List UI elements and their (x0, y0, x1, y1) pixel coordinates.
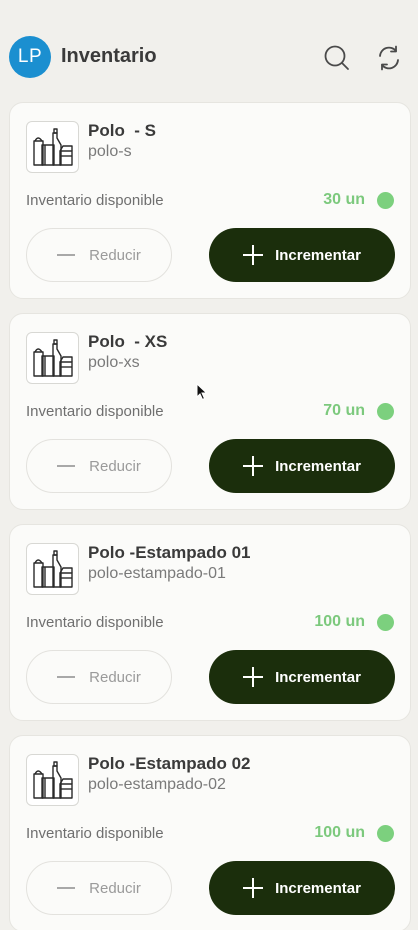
inventory-label: Inventario disponible (26, 192, 164, 209)
reduce-button-label: Reducir (89, 246, 141, 264)
minus-icon (57, 676, 76, 678)
reduce-button-label: Reducir (89, 879, 141, 897)
avatar[interactable]: LP (9, 36, 51, 78)
reduce-button[interactable]: Reducir (26, 228, 172, 282)
product-image-icon (26, 543, 79, 595)
inventory-label: Inventario disponible (26, 825, 164, 842)
increment-button-label: Incrementar (275, 246, 361, 264)
refresh-icon[interactable] (375, 44, 403, 72)
plus-icon (243, 667, 264, 687)
product-card: Polo - S polo-s Inventario disponible 30… (9, 102, 411, 299)
minus-icon (57, 887, 76, 889)
minus-icon (57, 465, 76, 467)
product-sku: polo-estampado-02 (88, 776, 226, 793)
app-header: LP Inventario (0, 0, 418, 100)
inventory-label: Inventario disponible (26, 403, 164, 420)
stock-status-dot (377, 192, 394, 209)
plus-icon (243, 878, 264, 898)
product-card: Polo -Estampado 02 polo-estampado-02 Inv… (9, 735, 411, 930)
reduce-button-label: Reducir (89, 668, 141, 686)
product-name: Polo - XS (88, 332, 168, 351)
reduce-button-label: Reducir (89, 457, 141, 475)
increment-button[interactable]: Incrementar (209, 439, 395, 493)
product-name: Polo - S (88, 121, 156, 140)
product-card: Polo -Estampado 01 polo-estampado-01 Inv… (9, 524, 411, 721)
mouse-cursor-icon (196, 383, 208, 401)
plus-icon (243, 456, 264, 476)
stock-status-dot (377, 825, 394, 842)
inventory-label: Inventario disponible (26, 614, 164, 631)
inventory-value: 30 un (323, 191, 365, 208)
search-icon[interactable] (323, 44, 351, 72)
product-image-icon (26, 121, 79, 173)
reduce-button[interactable]: Reducir (26, 650, 172, 704)
reduce-button[interactable]: Reducir (26, 861, 172, 915)
increment-button[interactable]: Incrementar (209, 861, 395, 915)
product-card: Polo - XS polo-xs Inventario disponible … (9, 313, 411, 510)
product-sku: polo-s (88, 143, 132, 160)
increment-button[interactable]: Incrementar (209, 650, 395, 704)
product-image-icon (26, 754, 79, 806)
plus-icon (243, 245, 264, 265)
inventory-value: 100 un (314, 824, 365, 841)
reduce-button[interactable]: Reducir (26, 439, 172, 493)
product-image-icon (26, 332, 79, 384)
inventory-value: 100 un (314, 613, 365, 630)
inventory-value: 70 un (323, 402, 365, 419)
product-sku: polo-estampado-01 (88, 565, 226, 582)
product-sku: polo-xs (88, 354, 140, 371)
page-title: Inventario (61, 45, 157, 67)
increment-button[interactable]: Incrementar (209, 228, 395, 282)
minus-icon (57, 254, 76, 256)
stock-status-dot (377, 403, 394, 420)
product-name: Polo -Estampado 01 (88, 543, 251, 562)
stock-status-dot (377, 614, 394, 631)
product-name: Polo -Estampado 02 (88, 754, 251, 773)
increment-button-label: Incrementar (275, 457, 361, 475)
increment-button-label: Incrementar (275, 879, 361, 897)
increment-button-label: Incrementar (275, 668, 361, 686)
